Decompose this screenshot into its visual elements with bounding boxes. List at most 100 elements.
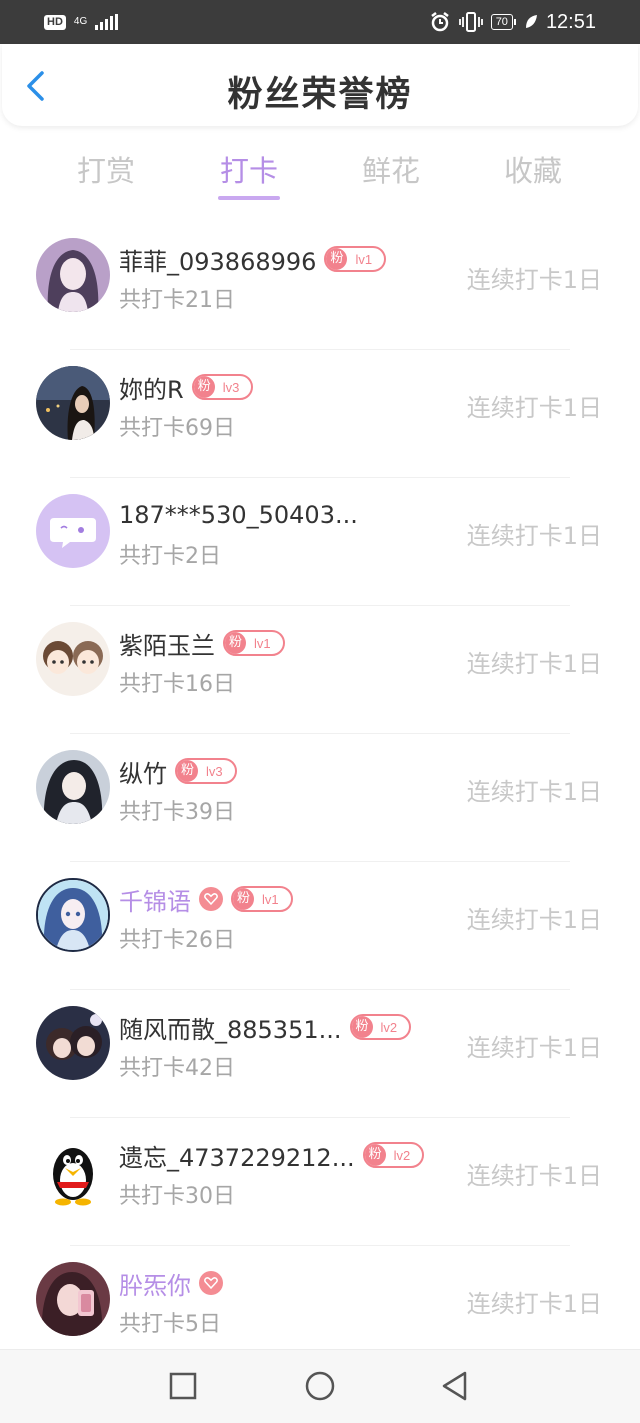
name-line: 千锦语 粉 lv1 (119, 882, 293, 916)
fan-level-badge: 粉 lv1 (324, 246, 387, 272)
heart-badge-icon (199, 1271, 223, 1295)
fan-level-badge: 粉 lv3 (191, 374, 254, 400)
tab-favorites[interactable]: 收藏 (473, 148, 593, 190)
total-checkins: 共打卡42日 (119, 1056, 235, 1081)
fan-list: 菲菲_093868996 粉 lv1 共打卡21日 连续打卡1日 妳的R 粉 l… (0, 222, 640, 1374)
fan-label: 粉 (233, 888, 255, 910)
user-name[interactable]: 纵竹 (119, 754, 167, 789)
checkin-streak: 连续打卡1日 (466, 906, 602, 934)
fan-level-badge: 粉 lv3 (175, 758, 237, 784)
tab-bar: 打赏 打卡 鲜花 收藏 (0, 140, 640, 202)
name-line: 187***530_50403... (119, 498, 358, 532)
network-type: 4G (73, 16, 88, 27)
level-label: lv2 (380, 1019, 398, 1035)
tab-checkin[interactable]: 打卡 (189, 148, 309, 190)
triangle-back-icon (442, 1371, 467, 1401)
vibrate-icon (458, 12, 483, 32)
name-line: 遗忘_4737229212... 粉 lv2 (119, 1138, 425, 1173)
list-item[interactable]: 紫陌玉兰 粉 lv1 共打卡16日 连续打卡1日 (0, 606, 640, 734)
list-item[interactable]: 随风而散_885351... 粉 lv2 共打卡42日 连续打卡1日 (0, 990, 640, 1118)
back-nav-button[interactable] (437, 1368, 473, 1404)
avatar[interactable] (36, 878, 110, 952)
checkin-streak: 连续打卡1日 (466, 1290, 602, 1318)
avatar[interactable] (36, 1006, 110, 1080)
battery-icon: 70 (490, 14, 516, 30)
level-label: lv1 (262, 891, 279, 907)
total-checkins: 共打卡16日 (119, 672, 235, 697)
fan-label: 粉 (351, 1016, 373, 1038)
avatar[interactable] (36, 622, 110, 696)
total-checkins: 共打卡26日 (119, 928, 235, 953)
fan-label: 粉 (326, 248, 348, 270)
header: 粉丝荣誉榜 (2, 44, 638, 126)
fan-label: 粉 (193, 376, 215, 398)
list-item[interactable]: 菲菲_093868996 粉 lv1 共打卡21日 连续打卡1日 (0, 222, 640, 350)
clock: 12:51 (545, 10, 596, 33)
leaf-icon (525, 15, 537, 28)
checkin-streak: 连续打卡1日 (466, 650, 602, 678)
system-nav-bar (0, 1349, 640, 1423)
page-title: 粉丝荣誉榜 (227, 75, 413, 115)
square-icon (169, 1372, 197, 1400)
fan-label: 粉 (177, 760, 199, 782)
user-name[interactable]: 千锦语 (119, 882, 191, 917)
fan-level-badge: 粉 lv1 (231, 886, 293, 912)
total-checkins: 共打卡69日 (119, 416, 235, 441)
status-left: HD 4G (44, 14, 119, 30)
user-name[interactable]: 随风而散_885351... (119, 1010, 342, 1045)
checkin-streak: 连续打卡1日 (466, 522, 602, 550)
name-line: 菲菲_093868996 粉 lv1 (119, 242, 387, 277)
level-label: lv3 (206, 763, 223, 779)
fan-label: 粉 (364, 1144, 386, 1166)
avatar[interactable] (36, 366, 110, 440)
user-name[interactable]: 紫陌玉兰 (119, 626, 215, 661)
checkin-streak: 连续打卡1日 (466, 1162, 602, 1190)
fan-level-badge: 粉 lv2 (362, 1142, 425, 1168)
heart-badge-icon (199, 887, 223, 911)
user-name[interactable]: 肸炁你 (119, 1266, 191, 1301)
total-checkins: 共打卡21日 (119, 288, 235, 313)
tab-reward[interactable]: 打赏 (46, 148, 166, 190)
recent-apps-button[interactable] (165, 1368, 201, 1404)
status-bar: HD 4G 70 12:51 (0, 0, 640, 44)
hd-indicator: HD (44, 14, 66, 30)
level-label: lv1 (254, 635, 271, 651)
status-right: 70 12:51 (429, 11, 596, 34)
circle-icon (305, 1371, 335, 1401)
list-item[interactable]: 妳的R 粉 lv3 共打卡69日 连续打卡1日 (0, 350, 640, 478)
avatar[interactable] (36, 1134, 110, 1208)
user-name[interactable]: 187***530_50403... (119, 501, 358, 529)
list-item[interactable]: 遗忘_4737229212... 粉 lv2 共打卡30日 连续打卡1日 (0, 1118, 640, 1246)
name-line: 纵竹 粉 lv3 (119, 754, 237, 788)
level-label: lv1 (355, 251, 373, 267)
total-checkins: 共打卡2日 (119, 544, 221, 569)
level-label: lv3 (222, 379, 240, 395)
home-button[interactable] (302, 1368, 338, 1404)
fan-level-badge: 粉 lv1 (223, 630, 285, 656)
alarm-icon (430, 12, 449, 32)
avatar[interactable] (36, 1262, 110, 1336)
user-name[interactable]: 遗忘_4737229212... (119, 1138, 355, 1173)
avatar[interactable] (36, 750, 110, 824)
user-name[interactable]: 妳的R (119, 370, 184, 405)
list-item[interactable]: 纵竹 粉 lv3 共打卡39日 连续打卡1日 (0, 734, 640, 862)
checkin-streak: 连续打卡1日 (466, 266, 602, 294)
name-line: 肸炁你 (119, 1266, 223, 1300)
checkin-streak: 连续打卡1日 (466, 778, 602, 806)
battery-level: 70 (490, 14, 513, 30)
tab-active-indicator (218, 196, 280, 200)
avatar[interactable] (36, 494, 110, 568)
tab-flowers[interactable]: 鲜花 (331, 148, 451, 190)
checkin-streak: 连续打卡1日 (466, 1034, 602, 1062)
list-item[interactable]: 187***530_50403... 共打卡2日 连续打卡1日 (0, 478, 640, 606)
user-name[interactable]: 菲菲_093868996 (119, 242, 316, 277)
fan-label: 粉 (225, 632, 247, 654)
name-line: 随风而散_885351... 粉 lv2 (119, 1010, 412, 1045)
name-line: 紫陌玉兰 粉 lv1 (119, 626, 285, 660)
list-item[interactable]: 千锦语 粉 lv1 共打卡26日 连续打卡1日 (0, 862, 640, 990)
total-checkins: 共打卡5日 (119, 1312, 221, 1337)
total-checkins: 共打卡39日 (119, 800, 235, 825)
checkin-streak: 连续打卡1日 (466, 394, 602, 422)
total-checkins: 共打卡30日 (119, 1184, 235, 1209)
avatar[interactable] (36, 238, 110, 312)
